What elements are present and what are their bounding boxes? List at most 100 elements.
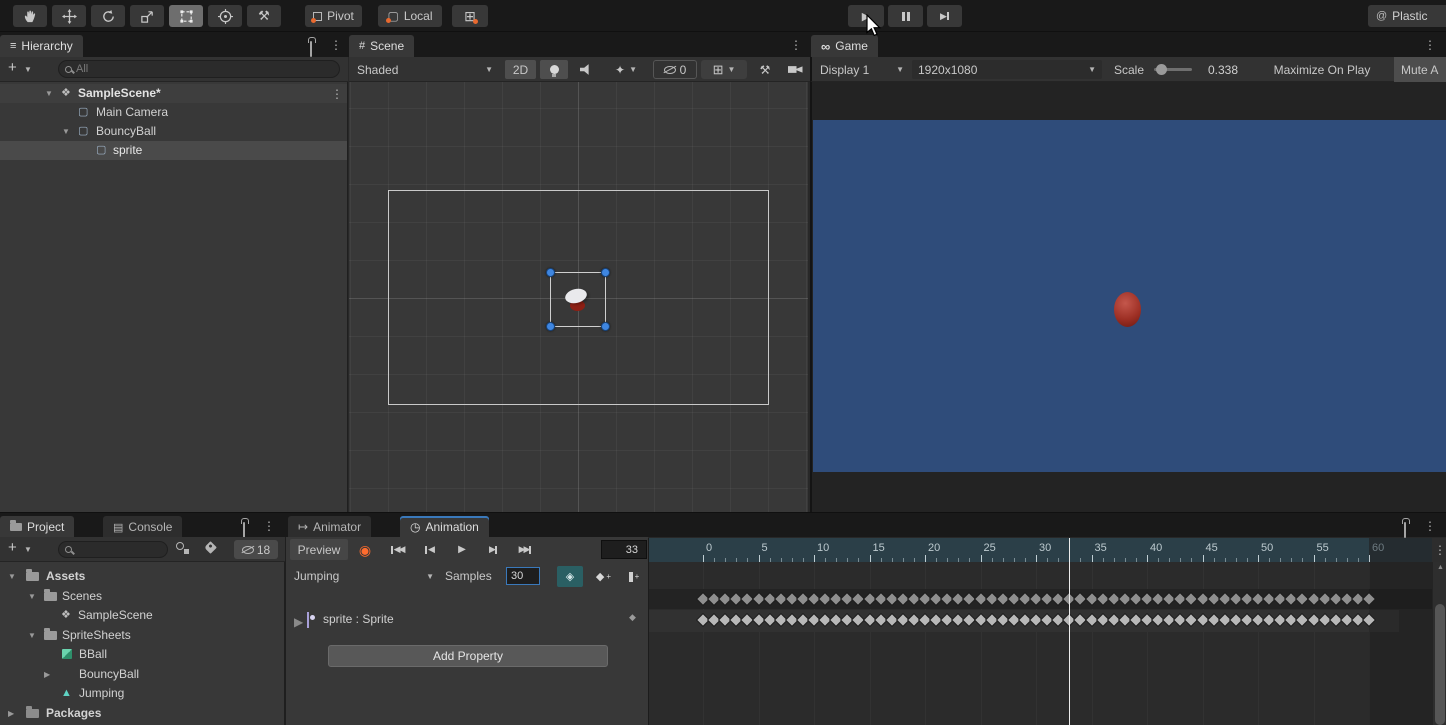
- keyframe-diamond[interactable]: [1041, 593, 1052, 604]
- keyframe-diamond[interactable]: [853, 593, 864, 604]
- add-event-button[interactable]: +: [621, 566, 647, 587]
- keyframe-diamond[interactable]: [1219, 593, 1230, 604]
- tab-project[interactable]: Project: [0, 516, 74, 538]
- foldout-icon[interactable]: ▼: [45, 89, 53, 98]
- keyframe-diamond[interactable]: [1097, 593, 1108, 604]
- keyframe-diamond[interactable]: [708, 593, 719, 604]
- display-dropdown[interactable]: Display 1 ▼: [816, 60, 908, 79]
- game-menu-icon[interactable]: ⋮: [1424, 38, 1435, 52]
- foldout-icon[interactable]: ▶: [294, 615, 303, 629]
- project-visibility-button[interactable]: 18: [234, 540, 278, 559]
- keyframe-diamond[interactable]: [953, 593, 964, 604]
- hand-tool-button[interactable]: [13, 5, 47, 27]
- keyframe-diamond[interactable]: [808, 614, 819, 625]
- keyframe-diamond[interactable]: [1141, 593, 1152, 604]
- keyframe-diamond[interactable]: [908, 593, 919, 604]
- keyframe-diamond[interactable]: [819, 614, 830, 625]
- keyframe-diamond[interactable]: [1108, 614, 1119, 625]
- keyframe-diamond[interactable]: [1130, 593, 1141, 604]
- scale-slider-knob[interactable]: [1156, 64, 1167, 75]
- keyframe-diamond[interactable]: [1308, 614, 1319, 625]
- foldout-icon[interactable]: ▶: [44, 670, 50, 679]
- hierarchy-lock-icon[interactable]: [310, 41, 312, 57]
- keyframe-diamond[interactable]: [1319, 614, 1330, 625]
- keyframe-diamond[interactable]: [997, 614, 1008, 625]
- keyframe-diamond[interactable]: [720, 614, 731, 625]
- keyframe-diamond[interactable]: [1019, 593, 1030, 604]
- keyframe-diamond[interactable]: [1208, 614, 1219, 625]
- goto-last-frame-button[interactable]: ▶▶: [510, 539, 540, 560]
- hierarchy-search-input[interactable]: [76, 63, 333, 75]
- keyframe-diamond[interactable]: [1130, 614, 1141, 625]
- add-property-button[interactable]: Add Property: [328, 645, 608, 667]
- scene-camera-button[interactable]: [783, 60, 807, 79]
- keyframe-diamond[interactable]: [1208, 593, 1219, 604]
- keyframe-diamond[interactable]: [1319, 593, 1330, 604]
- keyframe-diamond[interactable]: [864, 614, 875, 625]
- keyframe-diamond[interactable]: [1286, 614, 1297, 625]
- foldout-icon[interactable]: ▼: [8, 572, 16, 581]
- keyframe-diamond[interactable]: [942, 614, 953, 625]
- create-caret-icon[interactable]: ▼: [24, 65, 32, 74]
- keyframe-diamond[interactable]: [1263, 593, 1274, 604]
- selection-handle-tr[interactable]: [601, 268, 610, 277]
- keyframe-diamond[interactable]: [1053, 614, 1064, 625]
- project-row-packages[interactable]: ▶ Packages: [0, 704, 284, 723]
- keyframe-diamond[interactable]: [897, 614, 908, 625]
- keyframe-diamond[interactable]: [831, 593, 842, 604]
- create-button[interactable]: +: [8, 59, 17, 76]
- lighting-toggle-button[interactable]: [540, 60, 568, 79]
- keyframe-diamond[interactable]: [1275, 593, 1286, 604]
- keyframe-diamond[interactable]: [964, 593, 975, 604]
- keyframe-diamond[interactable]: [1186, 614, 1197, 625]
- keyframe-diamond[interactable]: [708, 614, 719, 625]
- pivot-toggle-button[interactable]: Pivot: [305, 5, 362, 27]
- keyframe-diamond[interactable]: [1230, 593, 1241, 604]
- tab-animation[interactable]: ◷ Animation: [400, 516, 489, 538]
- custom-tools-button[interactable]: ⚒: [247, 5, 281, 27]
- scene-tools-button[interactable]: ⚒: [751, 60, 779, 79]
- keyframe-diamond[interactable]: [897, 593, 908, 604]
- keyframe-diamond[interactable]: [731, 614, 742, 625]
- filter-by-type-button[interactable]: [176, 542, 190, 554]
- keyframe-diamond[interactable]: [1041, 614, 1052, 625]
- keyframe-diamond[interactable]: [975, 614, 986, 625]
- grid-snapping-button[interactable]: ⊞: [452, 5, 488, 27]
- keyframe-diamond[interactable]: [797, 614, 808, 625]
- keyframe-diamond[interactable]: [1141, 614, 1152, 625]
- keyframe-diamond[interactable]: [1286, 593, 1297, 604]
- keyframe-diamond[interactable]: [919, 614, 930, 625]
- keyframe-diamond[interactable]: [1008, 593, 1019, 604]
- project-row-bouncyball[interactable]: ▶ BouncyBall: [0, 665, 284, 684]
- keyframe-diamond[interactable]: [1297, 593, 1308, 604]
- keyframe-diamond[interactable]: [1330, 614, 1341, 625]
- record-button[interactable]: ◉: [350, 539, 380, 560]
- add-asset-button[interactable]: +: [8, 539, 17, 556]
- keyframe-diamond[interactable]: [775, 593, 786, 604]
- scale-tool-button[interactable]: [130, 5, 164, 27]
- rect-tool-button[interactable]: [169, 5, 203, 27]
- keyframe-diamond[interactable]: [1186, 593, 1197, 604]
- keyframe-diamond[interactable]: [1252, 593, 1263, 604]
- keyframe-diamond[interactable]: [1008, 614, 1019, 625]
- keyframe-diamond[interactable]: [1030, 593, 1041, 604]
- keyframe-diamond[interactable]: [842, 593, 853, 604]
- keyframe-diamond[interactable]: [1019, 614, 1030, 625]
- scene-row-menu-icon[interactable]: ⋮: [331, 87, 342, 101]
- keyframe-diamond[interactable]: [1197, 614, 1208, 625]
- keyframe-diamond[interactable]: [753, 614, 764, 625]
- project-row-bball[interactable]: BBall: [0, 645, 284, 664]
- keyframe-diamond[interactable]: [908, 614, 919, 625]
- current-frame-field[interactable]: [601, 540, 647, 559]
- keyframe-diamond[interactable]: [697, 614, 708, 625]
- timeline-scrollbar[interactable]: ▲: [1432, 562, 1446, 725]
- keyframe-diamond[interactable]: [1308, 593, 1319, 604]
- keyframe-diamond[interactable]: [786, 614, 797, 625]
- keyframe-diamond[interactable]: [1363, 614, 1374, 625]
- keyframe-diamond[interactable]: [930, 614, 941, 625]
- keyframe-diamond[interactable]: [797, 593, 808, 604]
- rotate-tool-button[interactable]: [91, 5, 125, 27]
- preview-toggle-button[interactable]: Preview: [290, 539, 348, 560]
- keyframe-diamond[interactable]: [819, 593, 830, 604]
- keyframe-diamond[interactable]: [1152, 614, 1163, 625]
